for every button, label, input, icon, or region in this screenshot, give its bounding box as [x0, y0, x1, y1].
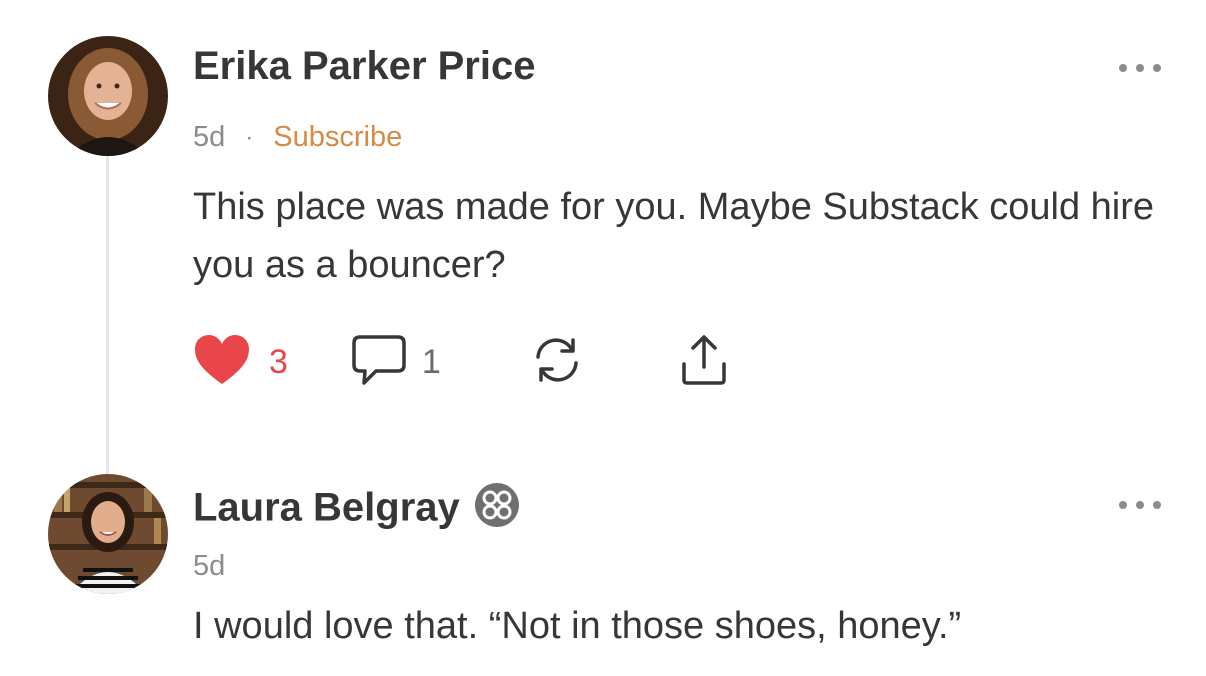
- timestamp: 5d: [193, 550, 226, 582]
- like-count: 3: [269, 342, 288, 381]
- comment-icon: [350, 334, 408, 391]
- meta-separator: ·: [245, 123, 254, 151]
- avatar[interactable]: [48, 36, 168, 156]
- more-icon[interactable]: [1119, 501, 1161, 509]
- restack-button[interactable]: [529, 334, 585, 391]
- author-name-text: Laura Belgray: [193, 485, 460, 530]
- avatar[interactable]: [48, 474, 168, 594]
- comment-text: This place was made for you. Maybe Subst…: [193, 186, 1155, 286]
- like-button[interactable]: 3: [193, 334, 288, 391]
- comment-text: I would love that. “Not in those shoes, …: [193, 605, 962, 647]
- author-name[interactable]: Laura Belgray: [193, 482, 520, 538]
- thread-line: [106, 150, 109, 480]
- timestamp: 5d: [193, 121, 226, 153]
- comment-meta: 5d: [193, 550, 225, 583]
- heart-icon: [193, 334, 251, 391]
- subscribe-link[interactable]: Subscribe: [273, 121, 402, 154]
- comment-meta: 5d · Subscribe: [193, 121, 402, 154]
- reply-count: 1: [421, 342, 441, 381]
- reply-button[interactable]: 1: [350, 334, 441, 391]
- comment-actions: 3 1: [193, 334, 732, 390]
- share-button[interactable]: [676, 334, 732, 391]
- more-icon[interactable]: [1119, 64, 1161, 72]
- share-icon: [676, 334, 732, 391]
- restack-icon: [529, 334, 585, 391]
- author-name[interactable]: Erika Parker Price: [193, 44, 535, 89]
- verified-badge-icon: [474, 482, 520, 538]
